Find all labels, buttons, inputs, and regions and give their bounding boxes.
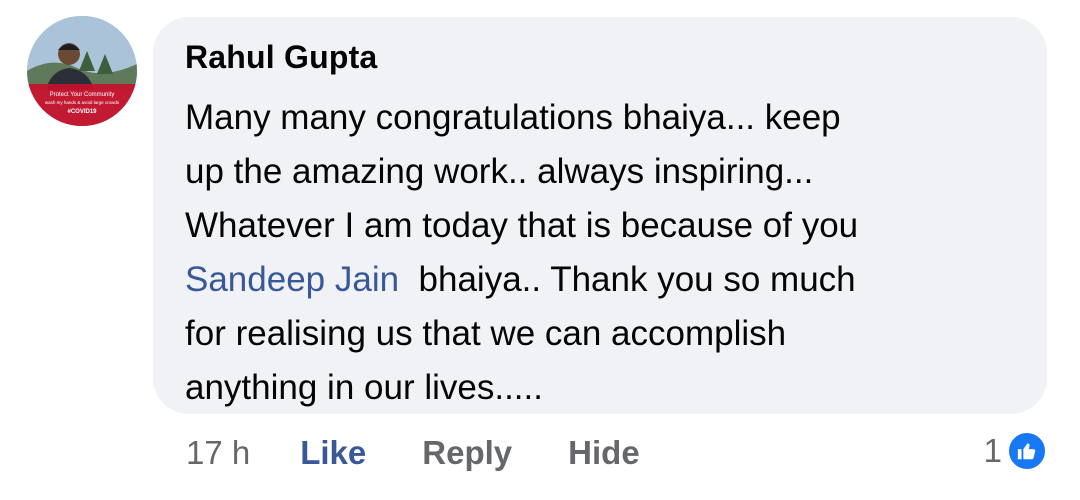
avatar-banner-line3: #COVID19 [67,109,97,115]
reaction-count: 1 [983,432,1002,469]
avatar-photo: Protect Your Community wash my hands & a… [27,16,137,126]
avatar-banner-line1: Protect Your Community [50,92,115,98]
comment-line-4-rest: bhaiya.. Thank you so much [399,260,856,299]
comment-text: Many many congratulations bhaiya... keep… [185,91,1015,415]
comment-line-3: Whatever I am today that is because of y… [185,206,859,245]
reply-button[interactable]: Reply [422,434,512,472]
comment-line-5: for realising us that we can accomplish [185,314,787,353]
comment-line-6: anything in our lives..... [185,368,543,407]
like-button[interactable]: Like [300,434,366,472]
comment-line-2: up the amazing work.. always inspiring..… [185,152,814,191]
comment-line-4: Sandeep Jain bhaiya.. Thank you so much [185,253,1015,307]
comment-bubble: Rahul Gupta Many many congratulations bh… [153,17,1047,414]
reaction-summary[interactable]: 1 [984,426,1048,476]
comment-author[interactable]: Rahul Gupta [185,37,1017,77]
avatar-banner-line2: wash my hands & avoid large crowds [45,100,120,105]
avatar[interactable]: Protect Your Community wash my hands & a… [27,16,137,126]
comment-line-1: Many many congratulations bhaiya... keep [185,98,841,137]
hide-button[interactable]: Hide [568,434,640,472]
thumbs-up-icon [1006,430,1048,472]
comment-actions: 17 h Like Reply Hide [186,428,696,478]
comment-timestamp[interactable]: 17 h [186,434,250,472]
mention-link[interactable]: Sandeep Jain [185,260,399,299]
